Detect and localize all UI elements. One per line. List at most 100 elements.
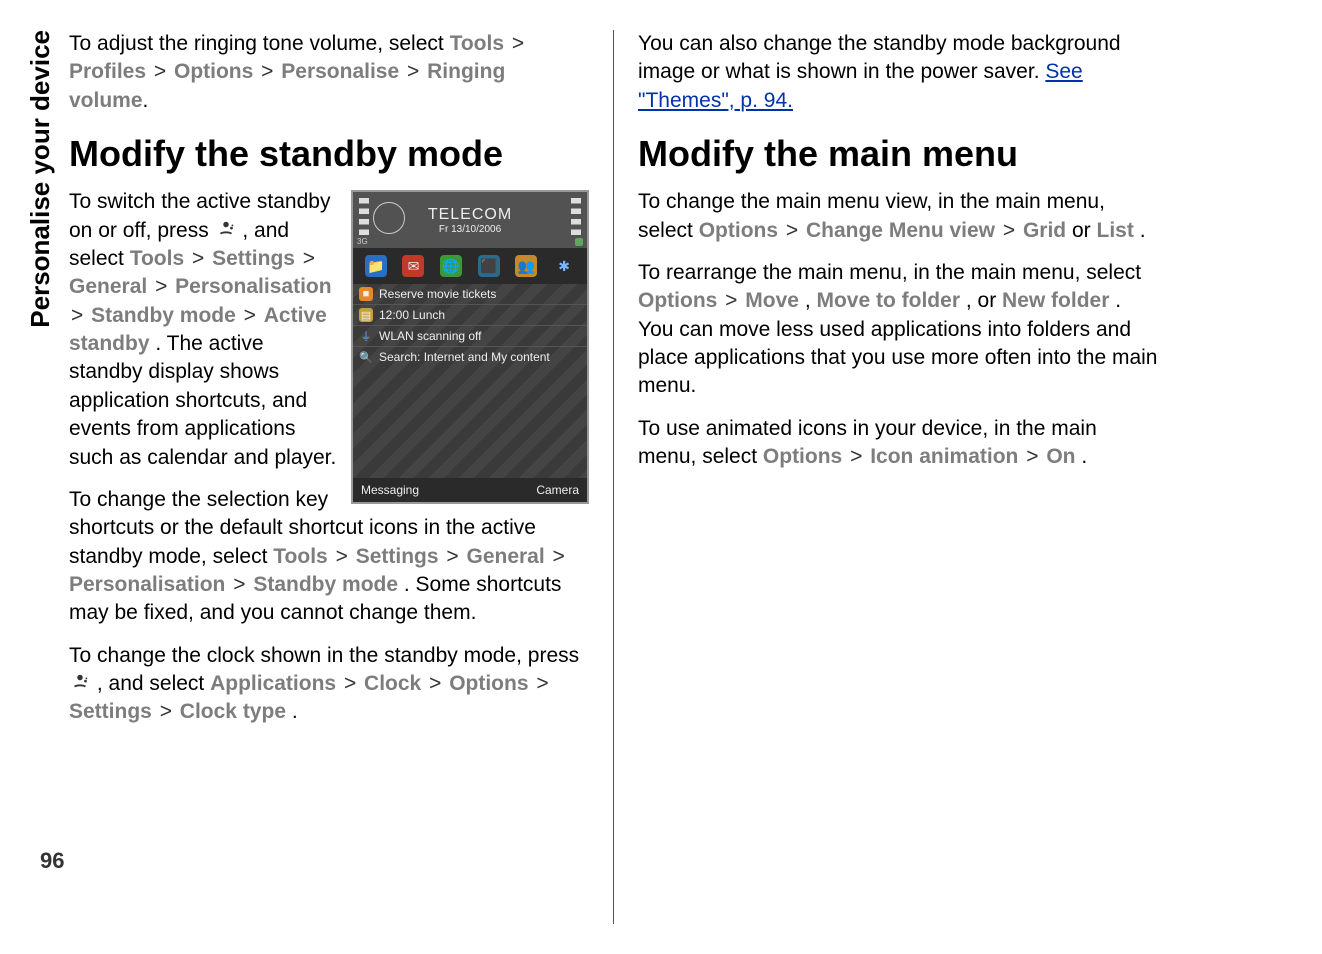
separator: > — [1001, 219, 1017, 242]
text: To rearrange the main menu, in the main … — [638, 261, 1141, 284]
right-column: You can also change the standby mode bac… — [638, 30, 1158, 924]
bluetooth-icon: ✱ — [553, 255, 575, 277]
para-menu-view: To change the main menu view, in the mai… — [638, 188, 1158, 245]
calendar-icon: ▤ — [359, 308, 373, 322]
menu-item: Personalise — [281, 60, 399, 83]
section-title-vertical: Personalise your device — [20, 30, 61, 328]
separator: > — [231, 573, 247, 596]
column-divider — [613, 30, 614, 924]
menu-item: Change Menu view — [806, 219, 995, 242]
separator: > — [342, 672, 358, 695]
menu-item: General — [466, 545, 544, 568]
menu-item: Options — [449, 672, 528, 695]
shortcut-icon: 📁 — [365, 255, 387, 277]
separator: > — [259, 60, 275, 83]
menu-item: List — [1097, 219, 1134, 242]
menu-item: Move — [745, 289, 799, 312]
standby-row: ■ Reserve movie tickets — [353, 284, 587, 304]
heading-standby-mode: Modify the standby mode — [69, 133, 589, 174]
menu-item: Options — [763, 445, 842, 468]
separator: > — [723, 289, 745, 312]
operator-label: TELECOM — [428, 206, 512, 224]
ticket-icon: ■ — [359, 287, 373, 301]
menu-item: Options — [638, 289, 717, 312]
menu-item: Tools — [273, 545, 327, 568]
menu-item: Grid — [1023, 219, 1066, 242]
menu-item: Settings — [356, 545, 439, 568]
separator: > — [153, 275, 169, 298]
battery-bars-icon — [571, 198, 581, 242]
network-3g-label: 3G — [357, 237, 368, 246]
text: , — [805, 289, 817, 312]
text: To change the clock shown in the standby… — [69, 644, 579, 667]
menu-key-icon — [69, 672, 91, 694]
softkey-left: Messaging — [361, 483, 419, 497]
shortcut-icon: 👥 — [515, 255, 537, 277]
menu-key-icon — [215, 219, 237, 241]
menu-item: General — [69, 275, 147, 298]
wlan-icon: ⏚ — [359, 329, 373, 343]
separator: > — [848, 445, 864, 468]
separator: > — [152, 60, 168, 83]
text: , or — [966, 289, 1002, 312]
text: To switch the active standby on or off, … — [69, 190, 330, 241]
separator: > — [510, 32, 526, 55]
para-ringing-volume: To adjust the ringing tone volume, selec… — [69, 30, 589, 115]
menu-item: Profiles — [69, 60, 146, 83]
menu-item: Move to folder — [816, 289, 960, 312]
shortcut-icon: ✉ — [402, 255, 424, 277]
para-background-image: You can also change the standby mode bac… — [638, 30, 1158, 115]
menu-item: Personalisation — [175, 275, 331, 298]
separator: > — [301, 247, 317, 270]
menu-item: Settings — [69, 700, 152, 723]
standby-row: ⏚ WLAN scanning off — [353, 325, 587, 346]
menu-item: Personalisation — [69, 573, 225, 596]
menu-item: Applications — [210, 672, 336, 695]
standby-events-list: ■ Reserve movie tickets ▤12:00 Lunch ⏚ WLA… — [353, 284, 587, 478]
menu-item: Icon animation — [870, 445, 1018, 468]
separator: > — [444, 545, 460, 568]
menu-item: Standby mode — [91, 304, 236, 327]
menu-item: Clock — [364, 672, 421, 695]
phone-status-bar: 3G TELECOM Fr 13/10/2006 — [353, 192, 587, 248]
menu-item: Settings — [212, 247, 295, 270]
para-rearrange-menu: To rearrange the main menu, in the main … — [638, 259, 1158, 401]
text: To adjust the ringing tone volume, selec… — [69, 32, 450, 55]
heading-main-menu: Modify the main menu — [638, 133, 1158, 174]
row-text: Search: Internet and My content — [379, 350, 550, 364]
separator: > — [784, 219, 800, 242]
standby-row: ▤12:00 Lunch — [353, 304, 587, 325]
separator: > — [69, 304, 85, 327]
menu-item: On — [1046, 445, 1075, 468]
row-text: WLAN scanning off — [379, 329, 482, 343]
text: . — [1081, 445, 1087, 468]
row-text: Reserve movie tickets — [379, 287, 496, 301]
separator: > — [334, 545, 350, 568]
separator: > — [551, 545, 567, 568]
text: or — [1072, 219, 1097, 242]
menu-item: Tools — [450, 32, 504, 55]
separator: > — [534, 672, 550, 695]
menu-item: New folder — [1002, 289, 1109, 312]
menu-item: Options — [699, 219, 778, 242]
standby-row: 🔍Search: Internet and My content — [353, 346, 587, 367]
phone-screenshot: 3G TELECOM Fr 13/10/2006 📁 ✉ 🌐 ⬛ 👥 ✱ ■ Re… — [351, 190, 589, 504]
separator: > — [158, 700, 174, 723]
left-column: To adjust the ringing tone volume, selec… — [69, 30, 589, 924]
separator: > — [190, 247, 206, 270]
shortcut-icon: ⬛ — [478, 255, 500, 277]
softkey-bar: Messaging Camera — [353, 478, 587, 502]
menu-item: Standby mode — [253, 573, 398, 596]
separator: > — [405, 60, 421, 83]
signal-bars-icon — [359, 198, 369, 242]
para-shortcut-icons: To change the selection key shortcuts or… — [69, 486, 589, 628]
shortcut-icon-row: 📁 ✉ 🌐 ⬛ 👥 ✱ — [353, 248, 587, 284]
separator: > — [242, 304, 258, 327]
menu-item: Options — [174, 60, 253, 83]
text: . — [1140, 219, 1146, 242]
separator: > — [427, 672, 443, 695]
separator: > — [1024, 445, 1040, 468]
analog-clock-icon — [373, 202, 405, 234]
para-clock-type: To change the clock shown in the standby… — [69, 642, 589, 727]
menu-item: Clock type — [180, 700, 286, 723]
